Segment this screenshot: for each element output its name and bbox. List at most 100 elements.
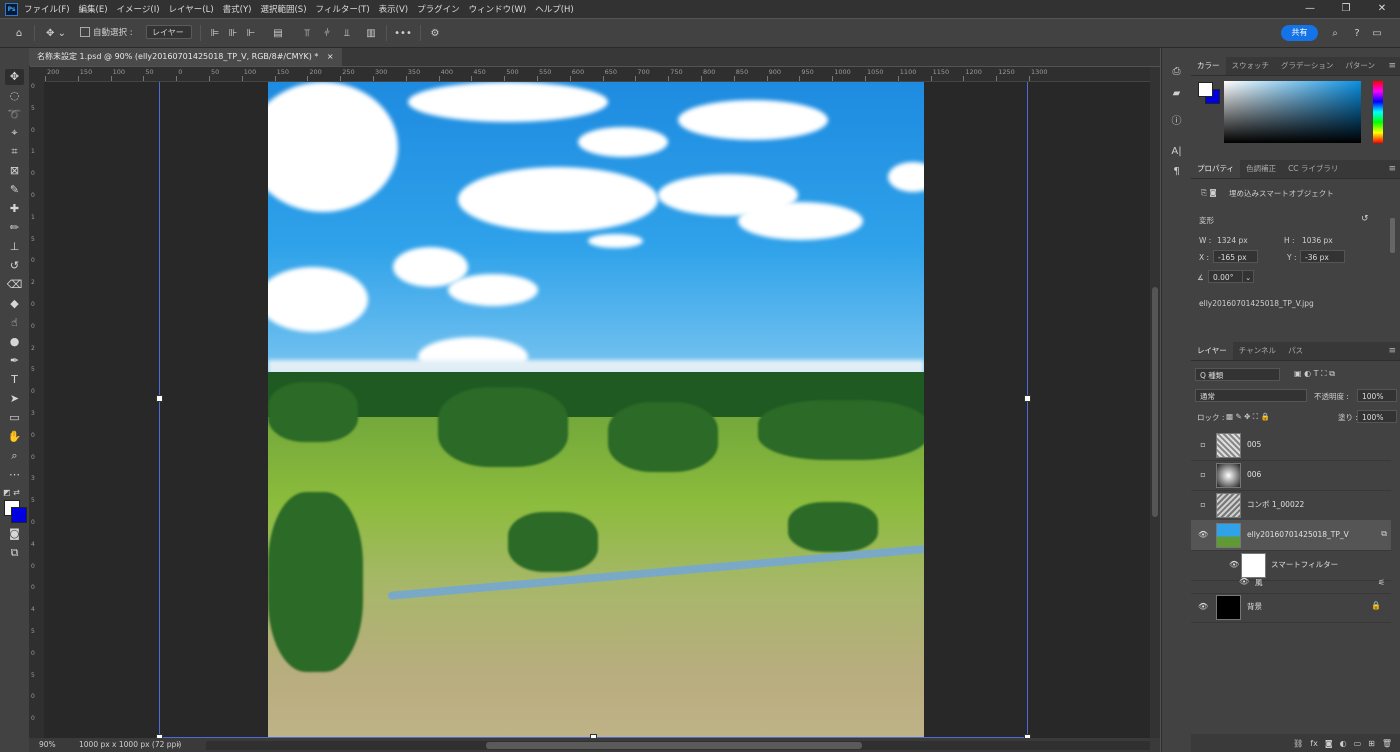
settings-gear-icon[interactable]: ⚙ bbox=[428, 25, 442, 41]
paragraph-panel-icon[interactable]: ¶ bbox=[1169, 164, 1184, 179]
visibility-toggle[interactable]: ▫ bbox=[1198, 500, 1208, 509]
link-icon[interactable]: ⛓ bbox=[1293, 739, 1303, 748]
fg-color-swatch[interactable] bbox=[1198, 82, 1213, 97]
default-colors-icon[interactable]: ◩ ⇄ bbox=[3, 488, 20, 497]
align-top-icon[interactable]: ⫪ bbox=[302, 25, 312, 41]
rectangle-tool-icon[interactable]: ▭ bbox=[5, 410, 24, 426]
paint-bucket-tool-icon[interactable]: ◆ bbox=[5, 296, 24, 312]
menu-layer[interactable]: レイヤー(L) bbox=[169, 3, 214, 15]
help-icon[interactable]: ? bbox=[1350, 25, 1364, 41]
transform-handle-left[interactable] bbox=[156, 395, 163, 402]
dodge-tool-icon[interactable]: ● bbox=[5, 334, 24, 350]
history-brush-tool-icon[interactable]: ↺ bbox=[5, 258, 24, 274]
more-options-button[interactable]: ••• bbox=[394, 25, 412, 41]
background-color-swatch[interactable] bbox=[11, 507, 27, 523]
quick-select-tool-icon[interactable]: ⌖ bbox=[5, 125, 24, 141]
tab-patterns[interactable]: パターン bbox=[1339, 57, 1381, 75]
angle-input[interactable]: 0.00° bbox=[1208, 270, 1246, 283]
properties-scrollbar[interactable] bbox=[1390, 218, 1395, 253]
tab-swatches[interactable]: スウォッチ bbox=[1226, 57, 1276, 75]
horizontal-scrollbar[interactable] bbox=[206, 741, 1150, 750]
close-tab-icon[interactable]: × bbox=[327, 52, 334, 61]
eye-icon[interactable]: 👁 bbox=[1229, 560, 1239, 569]
crop-tool-icon[interactable]: ⌗ bbox=[5, 144, 24, 160]
fill-input[interactable]: 100% bbox=[1357, 410, 1397, 423]
mask-icon[interactable]: ◙ bbox=[1325, 739, 1333, 748]
align-hcenter-icon[interactable]: ⊪ bbox=[228, 25, 238, 41]
y-position-input[interactable]: -36 px bbox=[1300, 250, 1345, 263]
hue-slider[interactable] bbox=[1373, 81, 1383, 143]
filter-options-icon[interactable]: ⚟ bbox=[1378, 578, 1385, 587]
more-tools-icon[interactable]: ⋯ bbox=[5, 467, 24, 483]
visibility-toggle[interactable]: ▫ bbox=[1198, 470, 1208, 479]
menu-image[interactable]: イメージ(I) bbox=[117, 3, 160, 15]
move-tool-icon[interactable]: ✥ bbox=[5, 69, 24, 85]
eye-icon[interactable]: 👁 bbox=[1198, 602, 1208, 611]
align-right-icon[interactable]: ⊩ bbox=[246, 25, 256, 41]
clone-stamp-tool-icon[interactable]: ⊥ bbox=[5, 239, 24, 255]
marquee-tool-icon[interactable]: ◌ bbox=[5, 88, 24, 104]
filter-row[interactable]: 👁 風 ⚟ bbox=[1191, 573, 1391, 594]
document-tab[interactable]: 名称未設定 1.psd @ 90% (elly20160701425018_TP… bbox=[29, 48, 342, 66]
tab-paths[interactable]: パス bbox=[1282, 342, 1309, 360]
healing-brush-tool-icon[interactable]: ✚ bbox=[5, 201, 24, 217]
layer-filter-icons[interactable]: ▣ ◐ T ⛶ ⧉ bbox=[1294, 369, 1335, 379]
angle-dropdown-icon[interactable]: ⌄ bbox=[1242, 270, 1254, 283]
vertical-ruler[interactable]: 0 5 0 1 0 0 1 5 0 2 0 0 2 5 0 3 0 0 3 5 0 4 0 0 4 5 0 5 0 0 bbox=[29, 81, 45, 738]
frame-tool-icon[interactable]: ⊠ bbox=[5, 163, 24, 179]
search-icon[interactable]: ⌕ bbox=[1328, 25, 1342, 41]
distribute-vertical-icon[interactable]: ▥ bbox=[366, 25, 376, 41]
history-panel-icon[interactable]: ⎙ bbox=[1169, 64, 1184, 79]
menu-window[interactable]: ウィンドウ(W) bbox=[469, 3, 527, 15]
group-icon[interactable]: ▭ bbox=[1354, 739, 1362, 748]
align-left-icon[interactable]: ⊫ bbox=[210, 25, 220, 41]
tab-channels[interactable]: チャンネル bbox=[1233, 342, 1282, 360]
tab-gradients[interactable]: グラデーション bbox=[1275, 57, 1339, 75]
layer-row[interactable]: ▫ コンポ 1_00022 bbox=[1191, 490, 1391, 521]
smudge-tool-icon[interactable]: ☝ bbox=[5, 315, 24, 331]
info-panel-icon[interactable]: ⓘ bbox=[1169, 114, 1184, 129]
trash-icon[interactable]: 🗑 bbox=[1382, 739, 1392, 748]
eye-icon[interactable]: 👁 bbox=[1239, 577, 1249, 586]
move-icon[interactable]: ✥ ⌄ bbox=[42, 25, 70, 41]
opacity-input[interactable]: 100% bbox=[1357, 389, 1397, 402]
eraser-tool-icon[interactable]: ⌫ bbox=[5, 277, 24, 293]
menu-file[interactable]: ファイル(F) bbox=[24, 3, 70, 15]
brush-tool-icon[interactable]: ✏ bbox=[5, 220, 24, 236]
menu-select[interactable]: 選択範囲(S) bbox=[260, 3, 306, 15]
zoom-tool-icon[interactable]: ⌕ bbox=[5, 448, 24, 464]
type-tool-icon[interactable]: T bbox=[5, 372, 24, 388]
properties-panel-menu-icon[interactable]: ≡ bbox=[1388, 164, 1396, 174]
menu-type[interactable]: 書式(Y) bbox=[223, 3, 252, 15]
restore-button[interactable]: ❐ bbox=[1328, 0, 1364, 18]
color-panel-menu-icon[interactable]: ≡ bbox=[1388, 61, 1396, 71]
quick-mask-icon[interactable]: ◙ bbox=[5, 526, 24, 542]
zoom-level[interactable]: 90% bbox=[39, 738, 56, 752]
pen-tool-icon[interactable]: ✒ bbox=[5, 353, 24, 369]
character-panel-icon[interactable]: A| bbox=[1169, 144, 1184, 159]
status-menu-icon[interactable]: › bbox=[177, 738, 180, 752]
layers-panel-menu-icon[interactable]: ≡ bbox=[1388, 346, 1396, 356]
adjustment-icon[interactable]: ◐ bbox=[1340, 739, 1347, 748]
distribute-icon[interactable]: ▤ bbox=[272, 25, 284, 41]
menu-plugins[interactable]: プラグイン bbox=[417, 3, 460, 15]
tab-layers[interactable]: レイヤー bbox=[1191, 342, 1233, 360]
lasso-tool-icon[interactable]: ➰ bbox=[5, 107, 24, 123]
auto-select-target-dropdown[interactable]: レイヤー bbox=[146, 25, 192, 39]
x-position-input[interactable]: -165 px bbox=[1213, 250, 1258, 263]
new-layer-icon[interactable]: ⊞ bbox=[1368, 739, 1375, 748]
transform-handle-right[interactable] bbox=[1024, 395, 1031, 402]
eye-icon[interactable]: 👁 bbox=[1198, 530, 1208, 539]
layer-row[interactable]: ▫ 006 bbox=[1191, 460, 1391, 491]
share-button[interactable]: 共有 bbox=[1281, 25, 1318, 41]
menu-help[interactable]: ヘルプ(H) bbox=[535, 3, 574, 15]
menu-filter[interactable]: フィルター(T) bbox=[316, 3, 370, 15]
workspace-icon[interactable]: ▭ bbox=[1370, 25, 1384, 41]
close-window-button[interactable]: ✕ bbox=[1364, 0, 1400, 18]
fx-icon[interactable]: fx bbox=[1310, 739, 1318, 748]
color-picker-field[interactable] bbox=[1224, 81, 1361, 143]
tab-color[interactable]: カラー bbox=[1191, 57, 1226, 75]
tab-cc-libraries[interactable]: CC ライブラリ bbox=[1282, 160, 1344, 178]
layer-filter-dropdown[interactable]: Q 種類 bbox=[1195, 368, 1280, 381]
vertical-scrollbar[interactable] bbox=[1150, 67, 1160, 738]
